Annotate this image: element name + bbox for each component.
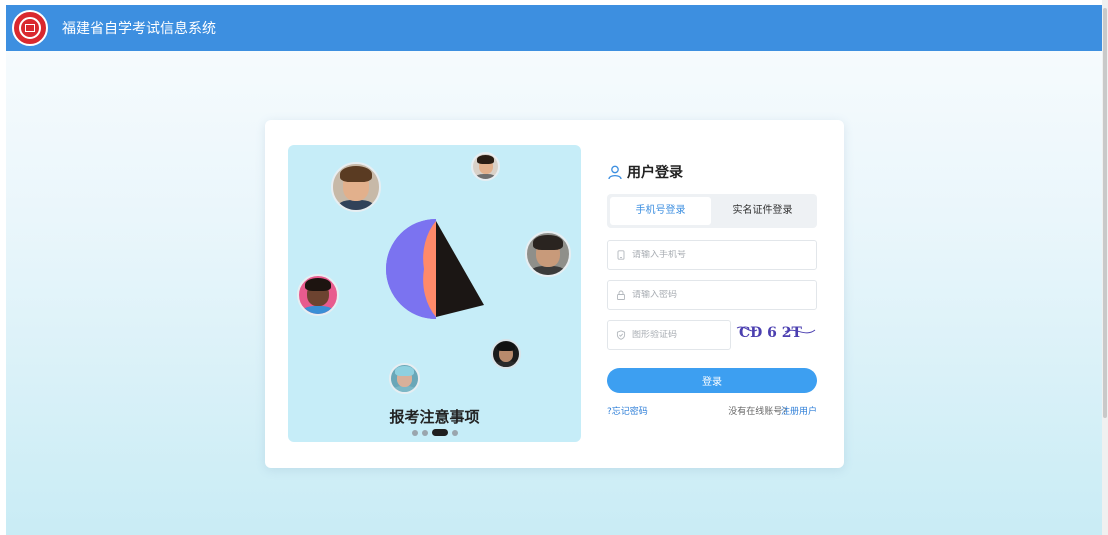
carousel-dots	[288, 429, 581, 436]
captcha-input[interactable]	[632, 330, 722, 340]
login-card: 报考注意事项 用户登录 手机号登录 实名证件登录 请输入手机号 图形验证码 CD…	[265, 120, 844, 468]
password-field[interactable]	[607, 280, 817, 310]
carousel-dot[interactable]	[421, 429, 428, 436]
carousel-dot-active[interactable]	[431, 429, 448, 436]
login-heading: 用户登录	[607, 162, 817, 182]
banner-caption: 报考注意事项	[389, 408, 480, 426]
login-button[interactable]: 登录	[607, 368, 817, 393]
vertical-scrollbar[interactable]	[1102, 0, 1108, 535]
seal-logo-icon	[12, 10, 48, 46]
pie-illustration	[386, 219, 484, 319]
avatar-4	[297, 274, 339, 316]
carousel-dot[interactable]	[411, 429, 418, 436]
carousel-dot[interactable]	[451, 429, 458, 436]
login-title: 用户登录	[627, 165, 683, 181]
captcha-image[interactable]: CD 6 2T	[735, 320, 817, 344]
avatar-3	[525, 231, 571, 277]
svg-text:CD 6 2T: CD 6 2T	[739, 325, 803, 341]
register-link[interactable]: 注册用户	[781, 404, 817, 417]
login-links: ?忘记密码 没有在线账号? 注册用户	[607, 404, 817, 418]
avatar-1	[331, 162, 381, 212]
top-header-bar: 福建省自学考试信息系统	[6, 5, 1102, 51]
phone-icon	[617, 250, 625, 260]
shield-icon	[616, 330, 626, 340]
avatar-5	[491, 339, 521, 369]
tab-phone-login[interactable]: 手机号登录	[610, 197, 711, 225]
app-title: 福建省自学考试信息系统	[62, 21, 216, 37]
password-input[interactable]	[632, 290, 782, 300]
avatar-6	[389, 363, 420, 394]
banner-carousel: 报考注意事项	[288, 145, 581, 442]
no-account-text: 没有在线账号?	[728, 407, 787, 417]
scrollbar-thumb[interactable]	[1103, 8, 1107, 418]
phone-field[interactable]	[607, 240, 817, 270]
avatar-2	[471, 152, 500, 181]
tab-id-login[interactable]: 实名证件登录	[712, 197, 813, 225]
user-icon	[608, 165, 622, 180]
login-tabs: 手机号登录 实名证件登录	[607, 194, 817, 228]
captcha-field[interactable]	[607, 320, 731, 350]
phone-input[interactable]	[632, 250, 782, 260]
login-form: 用户登录 手机号登录 实名证件登录 请输入手机号 图形验证码 CD 6 2T 登…	[607, 162, 817, 417]
forgot-password-link[interactable]: ?忘记密码	[607, 404, 648, 417]
lock-icon	[617, 290, 625, 300]
page-background: 福建省自学考试信息系统 报考注意事项 用户登录 手机号登录 实名证件登录 请输入…	[6, 5, 1102, 535]
